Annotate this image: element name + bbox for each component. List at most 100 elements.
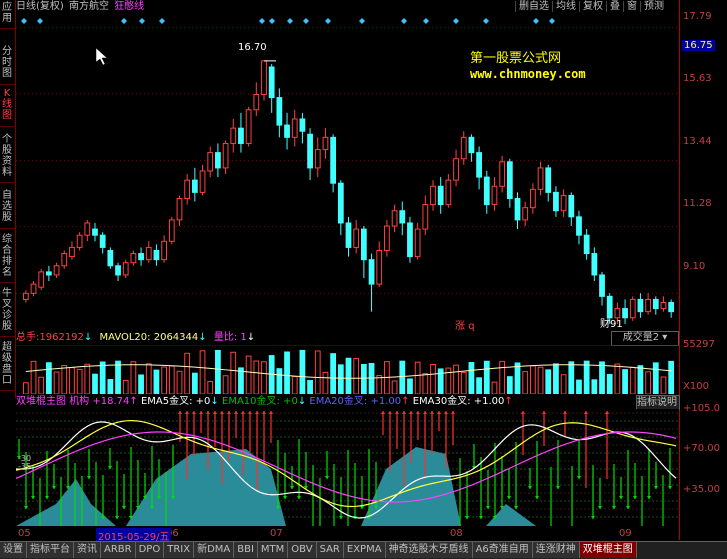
date-axis: 05 06 07 08 09 2015-05-29/五 bbox=[16, 527, 679, 543]
volume-bar bbox=[322, 371, 329, 394]
bottom-tab[interactable]: MTM bbox=[257, 542, 289, 558]
candle-body bbox=[529, 188, 536, 209]
candle-body bbox=[199, 170, 206, 193]
volume-bar bbox=[84, 363, 91, 394]
volume-bar bbox=[553, 363, 559, 394]
volume-bar bbox=[537, 366, 544, 394]
volume-bar bbox=[161, 366, 168, 394]
bottom-tab[interactable]: 新DMA bbox=[194, 542, 235, 558]
bottom-tab[interactable]: 指标平台 bbox=[27, 542, 74, 558]
volume-bar bbox=[153, 369, 160, 394]
volume-bar bbox=[92, 373, 98, 394]
signal-diamond bbox=[423, 18, 429, 24]
volume-bar bbox=[591, 379, 598, 394]
left-tab-order-book[interactable]: 超级盘口 bbox=[0, 342, 14, 391]
left-tab-diagnosis[interactable]: 牛叉诊股 bbox=[0, 288, 14, 337]
candle-body bbox=[84, 222, 91, 236]
low-marker-label: 财91 bbox=[600, 319, 623, 330]
bottom-tab[interactable]: OBV bbox=[288, 542, 317, 558]
volume-bar bbox=[614, 363, 621, 394]
bottom-tab[interactable]: 资讯 bbox=[74, 542, 101, 558]
volume-bar bbox=[30, 360, 37, 394]
volume-bar bbox=[61, 365, 68, 394]
ema30-cross: EMA30金叉: +1.00 bbox=[412, 396, 505, 407]
signal-diamond bbox=[401, 18, 407, 24]
indicator-tick: +35.00 bbox=[683, 484, 721, 495]
left-tab-apps[interactable]: 应用 bbox=[0, 2, 14, 29]
candle-body bbox=[291, 118, 298, 138]
signal-diamond bbox=[121, 18, 127, 24]
candle-body bbox=[399, 210, 406, 224]
signal-marker: 涨 q bbox=[455, 321, 475, 332]
volume-bar bbox=[291, 376, 298, 394]
indicator-name[interactable]: 狂憨线 bbox=[114, 1, 144, 12]
toolbar-delete-favorite[interactable]: 删自选 bbox=[515, 1, 552, 12]
candle-body bbox=[629, 298, 636, 319]
volume-bar bbox=[529, 365, 536, 394]
candle-body bbox=[460, 136, 467, 160]
bottom-tab[interactable]: 设置 bbox=[0, 542, 27, 558]
volume-bar bbox=[207, 380, 214, 394]
toolbar-forecast[interactable]: 预测 bbox=[640, 1, 667, 12]
volume-indicator-select[interactable]: 成交量2 ▾ bbox=[611, 331, 679, 346]
candle-body bbox=[145, 246, 152, 261]
volume-bar bbox=[545, 369, 552, 394]
candle-body bbox=[61, 253, 68, 267]
toolbar-adjust[interactable]: 复权 bbox=[579, 1, 606, 12]
left-tab-ranking[interactable]: 综合排名 bbox=[0, 234, 14, 283]
candle-body bbox=[138, 253, 144, 261]
price-tick: 13.44 bbox=[683, 136, 712, 147]
candle-body bbox=[476, 152, 482, 178]
candle-body bbox=[499, 161, 506, 187]
candle-body bbox=[622, 308, 628, 319]
candle-body bbox=[330, 136, 337, 184]
bottom-tab[interactable]: DPO bbox=[135, 542, 165, 558]
bottom-tab[interactable]: 连涨财神 bbox=[532, 542, 580, 558]
volume-bar bbox=[130, 361, 137, 394]
left-tab-intraday[interactable]: 分时图 bbox=[0, 46, 14, 85]
left-tab-kline[interactable]: K线图 bbox=[0, 88, 14, 127]
bottom-tab[interactable]: TRIX bbox=[164, 542, 195, 558]
candle-body bbox=[368, 259, 375, 285]
candle-body bbox=[38, 271, 45, 288]
candle-body bbox=[276, 97, 283, 126]
candle-body bbox=[299, 118, 306, 132]
candle-body bbox=[130, 253, 137, 264]
toolbar-window[interactable]: 窗 bbox=[623, 1, 640, 12]
volume-bar bbox=[314, 350, 321, 394]
candle-body bbox=[599, 274, 605, 297]
candlestick-chart[interactable] bbox=[16, 15, 679, 330]
signal-diamond bbox=[287, 18, 293, 24]
bottom-tab[interactable]: EXPMA bbox=[343, 542, 386, 558]
volume-bar bbox=[138, 374, 144, 394]
volume-bar bbox=[215, 349, 221, 394]
volume-bar bbox=[407, 378, 413, 394]
indicator-help-button[interactable]: 指标说明 bbox=[636, 395, 680, 410]
volume-bar bbox=[53, 371, 60, 394]
period-label[interactable]: 日线(复权) bbox=[16, 1, 64, 12]
candle-body bbox=[391, 210, 398, 227]
bottom-tab[interactable]: ARBR bbox=[101, 542, 136, 558]
chart-toolbar: 删自选 均线 复权叠窗预测 bbox=[515, 0, 667, 15]
signal-diamond bbox=[549, 18, 555, 24]
bottom-tab[interactable]: 双堆棍主图 bbox=[579, 542, 637, 558]
candle-body bbox=[69, 246, 75, 258]
toolbar-ma[interactable]: 均线 bbox=[552, 1, 579, 12]
left-tab-profile[interactable]: 个股资料 bbox=[0, 134, 14, 183]
volume-bar bbox=[476, 377, 482, 394]
candle-body bbox=[92, 228, 98, 236]
candle-body bbox=[46, 271, 52, 276]
bottom-tab[interactable]: BBI bbox=[234, 542, 258, 558]
bottom-tab[interactable]: 神奇选股木牙盾线 bbox=[385, 542, 473, 558]
volume-bar bbox=[107, 379, 114, 394]
toolbar-overlay[interactable]: 叠 bbox=[606, 1, 623, 12]
candle-body bbox=[222, 142, 229, 169]
volume-bar bbox=[307, 380, 313, 394]
bottom-tab[interactable]: A6奇准自用 bbox=[472, 542, 533, 558]
candle-body bbox=[314, 149, 321, 169]
left-tab-watchlist[interactable]: 自选股 bbox=[0, 190, 14, 229]
signal-diamond bbox=[21, 18, 27, 24]
bottom-tab[interactable]: SAR bbox=[316, 542, 344, 558]
ema10-cross: EMA10金叉: +0 bbox=[222, 396, 298, 407]
volume-bar bbox=[69, 367, 75, 394]
